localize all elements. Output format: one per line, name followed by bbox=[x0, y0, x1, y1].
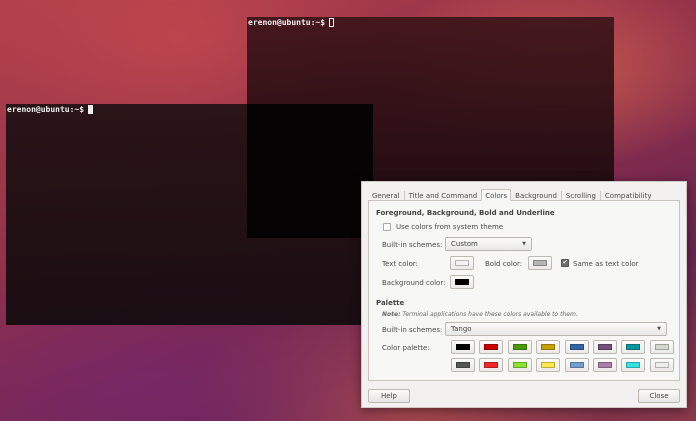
color-palette-label: Color palette: bbox=[382, 344, 430, 352]
terminal-cursor bbox=[329, 18, 335, 27]
terminal-prompt-line: erenon@ubuntu:~$ bbox=[247, 17, 614, 27]
terminal-prompt: erenon@ubuntu:~$ bbox=[248, 18, 326, 27]
palette-color-swatch bbox=[541, 362, 556, 368]
palette-note: Note: Terminal applications have these c… bbox=[382, 311, 578, 318]
palette-color-swatch bbox=[484, 344, 499, 350]
bold-color-label: Bold color: bbox=[485, 260, 523, 268]
palette-color-button[interactable] bbox=[621, 358, 646, 372]
fg-builtin-schemes-value: Custom bbox=[451, 240, 478, 248]
chevron-down-icon: ▼ bbox=[522, 241, 526, 247]
palette-color-button[interactable] bbox=[451, 358, 475, 372]
fg-section-title: Foreground, Background, Bold and Underli… bbox=[376, 209, 555, 217]
tab-colors[interactable]: Colors bbox=[481, 189, 512, 201]
palette-color-button[interactable] bbox=[507, 358, 532, 372]
palette-color-button[interactable] bbox=[564, 340, 589, 354]
palette-color-button[interactable] bbox=[507, 340, 532, 354]
palette-color-swatch bbox=[569, 344, 584, 350]
palette-color-swatch bbox=[654, 362, 669, 368]
use-system-colors-label: Use colors from system theme bbox=[396, 223, 504, 231]
text-color-label: Text color: bbox=[382, 260, 418, 268]
palette-color-swatch bbox=[598, 362, 612, 368]
palette-color-button[interactable] bbox=[593, 340, 617, 354]
palette-color-swatch bbox=[456, 344, 470, 350]
close-button[interactable]: Close bbox=[638, 389, 680, 403]
palette-color-swatch bbox=[512, 344, 527, 350]
fg-builtin-schemes-combo[interactable]: Custom ▼ bbox=[445, 237, 532, 251]
background-color-swatch bbox=[455, 279, 469, 285]
same-as-text-label: Same as text color bbox=[573, 260, 639, 268]
palette-color-button[interactable] bbox=[621, 340, 646, 354]
terminal-prompt: erenon@ubuntu:~$ bbox=[7, 105, 85, 114]
palette-color-swatch bbox=[541, 344, 556, 350]
use-system-colors-checkbox[interactable] bbox=[383, 223, 391, 231]
bold-color-button[interactable] bbox=[528, 256, 552, 270]
palette-section-title: Palette bbox=[376, 299, 405, 307]
palette-color-swatch bbox=[456, 362, 470, 368]
palette-note-bold: Note: bbox=[382, 311, 401, 318]
palette-color-swatch bbox=[626, 344, 641, 350]
colors-panel: Foreground, Background, Bold and Underli… bbox=[368, 200, 680, 381]
bold-color-swatch bbox=[533, 260, 547, 266]
text-color-button[interactable] bbox=[450, 256, 474, 270]
palette-color-button[interactable] bbox=[479, 340, 504, 354]
palette-builtin-label: Built-in schemes: bbox=[382, 326, 443, 334]
palette-builtin-schemes-value: Tango bbox=[451, 325, 472, 333]
background-color-button[interactable] bbox=[450, 275, 474, 289]
palette-color-button[interactable] bbox=[479, 358, 504, 372]
terminal-cursor bbox=[88, 105, 94, 114]
palette-color-swatch bbox=[512, 362, 527, 368]
profile-preferences-dialog: General Title and Command Colors Backgro… bbox=[361, 181, 687, 408]
palette-color-button[interactable] bbox=[451, 340, 475, 354]
help-button[interactable]: Help bbox=[368, 389, 410, 403]
palette-color-button[interactable] bbox=[649, 340, 674, 354]
palette-color-swatch bbox=[598, 344, 612, 350]
palette-builtin-schemes-combo[interactable]: Tango ▼ bbox=[445, 322, 667, 336]
builtin-schemes-label: Built-in schemes: bbox=[382, 241, 443, 249]
palette-color-swatch bbox=[569, 362, 584, 368]
palette-note-text: Terminal applications have these colors … bbox=[400, 311, 578, 318]
palette-color-swatch bbox=[654, 344, 669, 350]
palette-color-button[interactable] bbox=[593, 358, 617, 372]
terminal-overlap-region bbox=[247, 104, 373, 238]
palette-color-button[interactable] bbox=[536, 358, 561, 372]
palette-color-swatch bbox=[626, 362, 641, 368]
palette-color-button[interactable] bbox=[649, 358, 674, 372]
palette-color-button[interactable] bbox=[564, 358, 589, 372]
palette-color-button[interactable] bbox=[536, 340, 561, 354]
chevron-down-icon: ▼ bbox=[657, 326, 661, 332]
background-color-label: Background color: bbox=[382, 279, 446, 287]
same-as-text-checkbox[interactable]: ✔ bbox=[561, 259, 569, 267]
text-color-swatch bbox=[455, 260, 469, 266]
palette-color-swatch bbox=[484, 362, 499, 368]
